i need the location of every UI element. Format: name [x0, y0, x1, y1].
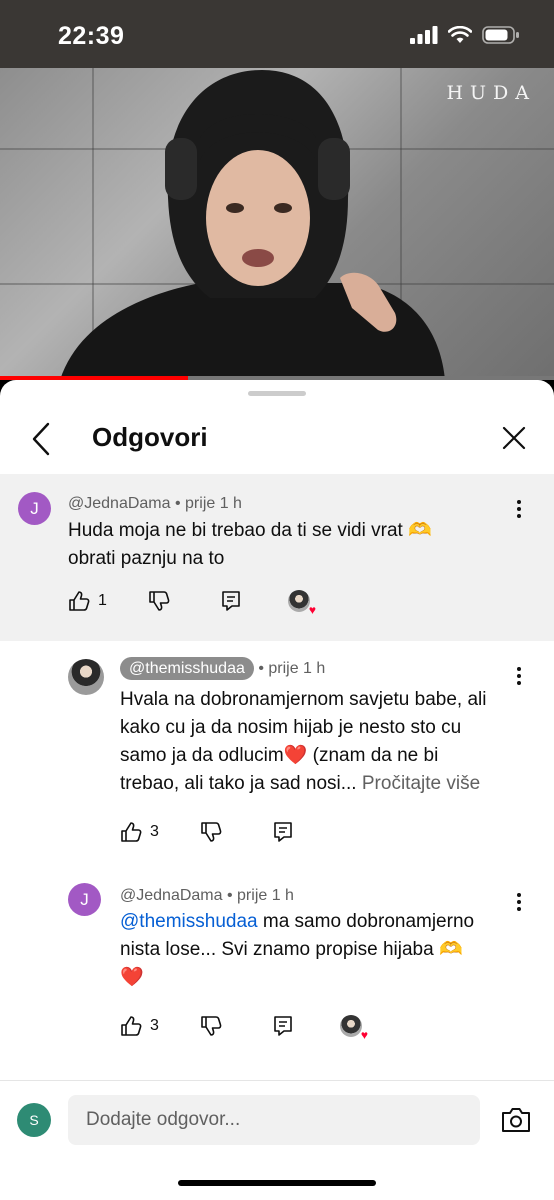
comment-age: prije 1 h: [237, 887, 294, 904]
parent-comment: J @JednaDama • prije 1 h Huda moja ne bi…: [0, 474, 554, 641]
read-more-link[interactable]: Pročitajte više: [362, 773, 480, 794]
comment-text-line: ❤️: [120, 967, 144, 988]
home-indicator[interactable]: [178, 1180, 376, 1186]
like-button[interactable]: 1: [68, 590, 107, 612]
dislike-button[interactable]: [200, 1015, 222, 1037]
comment-meta: @themisshudaa • prije 1 h: [120, 657, 326, 680]
like-count: 3: [150, 823, 159, 840]
comment-text-line-last: trebao, ali tako ja sad nosi... Pročitaj…: [120, 770, 487, 798]
reply-input[interactable]: Dodajte odgovor...: [68, 1095, 480, 1145]
video-person: [60, 70, 445, 380]
reply-comment: @themisshudaa • prije 1 h Hvala na dobro…: [0, 641, 554, 863]
meta-separator: •: [174, 495, 181, 512]
creator-heart-badge: ♥: [340, 1015, 368, 1042]
comment-actions: 1 ♥: [68, 590, 538, 618]
wifi-icon: [448, 26, 472, 43]
battery-icon: [482, 26, 519, 44]
camera-icon[interactable]: [500, 1105, 532, 1135]
thumbs-down-icon: [201, 1016, 222, 1036]
status-bar: 22:39: [0, 0, 554, 68]
cellular-signal-icon: [410, 26, 438, 44]
heart-icon: ♥: [308, 603, 316, 617]
status-icons: [410, 26, 520, 44]
comment-age: prije 1 h: [268, 660, 326, 677]
comment-text: Huda moja ne bi trebao da ti se vidi vra…: [68, 517, 432, 573]
mention-link[interactable]: @themisshudaa: [120, 911, 258, 932]
meta-separator: •: [226, 887, 233, 904]
comment-author[interactable]: @JednaDama: [120, 887, 223, 904]
video-watermark: HUDA: [446, 82, 536, 104]
avatar[interactable]: [68, 659, 104, 695]
status-time: 22:39: [58, 22, 125, 50]
more-options-icon[interactable]: [514, 500, 524, 522]
thumbs-down-icon: [149, 591, 170, 611]
close-icon[interactable]: [498, 422, 530, 454]
sheet-grabber[interactable]: [248, 391, 306, 396]
like-count: 3: [150, 1017, 159, 1034]
comment-text-line: Hvala na dobronamjernom savjetu babe, al…: [120, 689, 487, 710]
comment-actions: 3: [120, 821, 520, 849]
thumbs-up-icon: [121, 1016, 142, 1036]
back-arrow-icon[interactable]: [24, 420, 58, 458]
creator-avatar: ♥: [288, 590, 316, 617]
creator-heart-badge: ♥: [288, 590, 316, 617]
reply-comment-icon: [274, 822, 292, 842]
thumbs-up-icon: [121, 822, 142, 842]
reply-comment-icon: [222, 591, 240, 611]
comment-text-line: Huda moja ne bi trebao da ti se vidi vra…: [68, 520, 432, 541]
user-avatar[interactable]: S: [17, 1103, 51, 1137]
comment-text: @themisshudaa ma samo dobronamjerno nist…: [120, 908, 474, 992]
comment-meta: @JednaDama • prije 1 h: [68, 495, 242, 513]
creator-avatar: ♥: [340, 1015, 368, 1042]
more-options-icon[interactable]: [514, 893, 524, 915]
replies-sheet: Odgovori J @JednaDama • prije 1 h Huda m…: [0, 380, 554, 1200]
sheet-title: Odgovori: [92, 422, 208, 452]
avatar[interactable]: J: [68, 883, 101, 916]
thumbs-down-icon: [201, 822, 222, 842]
comment-text-truncated: trebao, ali tako ja sad nosi...: [120, 773, 357, 794]
reply-button[interactable]: [220, 590, 242, 612]
comment-actions: 3 ♥: [120, 1015, 520, 1043]
comment-age: prije 1 h: [185, 495, 242, 512]
reply-button[interactable]: [272, 821, 294, 843]
avatar[interactable]: J: [18, 492, 51, 525]
reply-bar: S Dodajte odgovor...: [0, 1080, 554, 1165]
comment-author-chip[interactable]: @themisshudaa: [120, 657, 254, 680]
more-options-icon[interactable]: [514, 667, 524, 689]
comment-text-line: obrati paznju na to: [68, 548, 225, 569]
dislike-button[interactable]: [148, 590, 170, 612]
comment-text-line: samo ja da odlucim❤️ (znam da ne bi: [120, 745, 439, 766]
comment-meta: @JednaDama • prije 1 h: [120, 887, 294, 905]
comment-text: Hvala na dobronamjernom savjetu babe, al…: [120, 686, 487, 798]
comment-text-line: @themisshudaa ma samo dobronamjerno: [120, 908, 474, 936]
comment-text-segment: ma samo dobronamjerno: [257, 911, 475, 932]
reply-comment: J @JednaDama • prije 1 h @themisshudaa m…: [0, 863, 554, 1073]
thumbs-up-icon: [69, 591, 90, 611]
like-count: 1: [98, 592, 107, 609]
like-button[interactable]: 3: [120, 1015, 159, 1037]
comment-text-line: kako cu ja da nosim hijab je nesto sto c…: [120, 717, 462, 738]
reply-comment-icon: [274, 1016, 292, 1036]
reply-button[interactable]: [272, 1015, 294, 1037]
dislike-button[interactable]: [200, 821, 222, 843]
sheet-header: Odgovori: [0, 402, 554, 475]
video-player[interactable]: HUDA: [0, 68, 554, 380]
comment-text-line: nista lose... Svi znamo propise hijaba 🫶: [120, 939, 463, 960]
heart-icon: ♥: [360, 1028, 368, 1042]
like-button[interactable]: 3: [120, 821, 159, 843]
comment-author[interactable]: @JednaDama: [68, 495, 171, 512]
meta-separator: •: [258, 660, 264, 677]
